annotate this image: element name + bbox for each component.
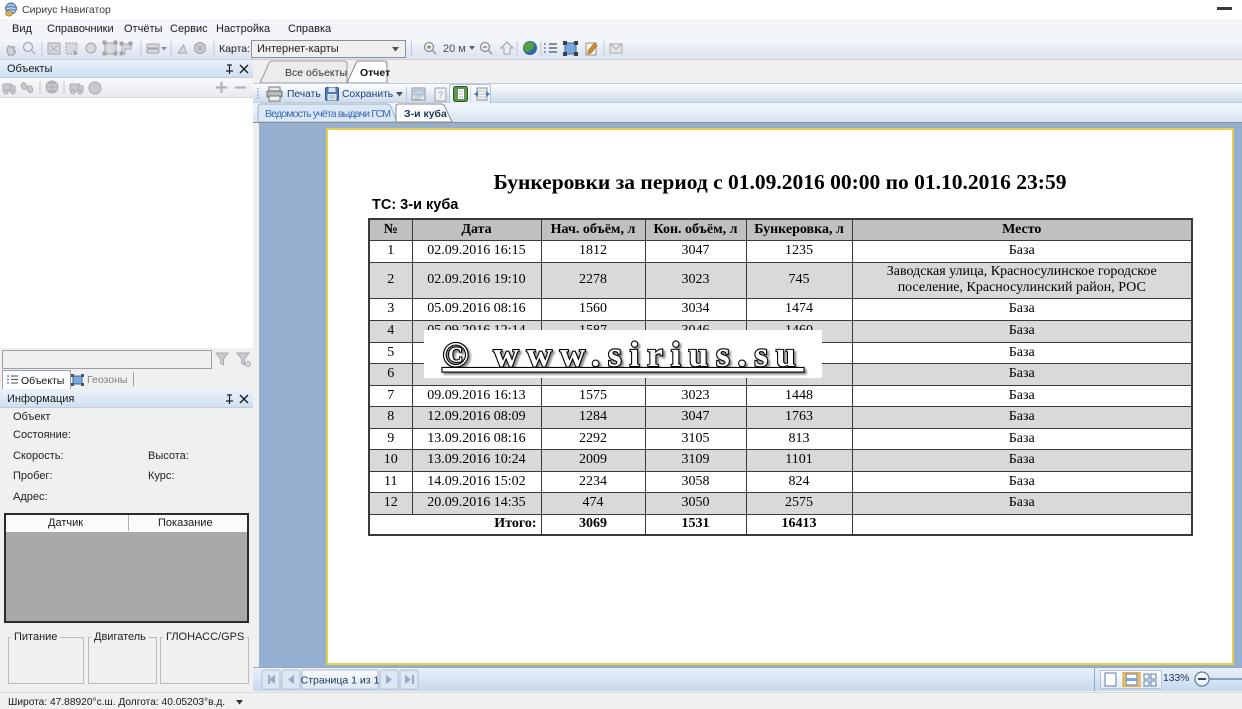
svg-text:Ведомость учёта выдачи ГСМ: Ведомость учёта выдачи ГСМ [265,108,391,120]
svg-text:Страница 1 из 1: Страница 1 из 1 [301,675,380,687]
svg-text:© www.sirius.su: © www.sirius.su [442,335,803,374]
svg-text:З-и куба: З-и куба [404,108,447,120]
svg-text:Все объекты: Все объекты [285,67,347,79]
svg-text:Отчет: Отчет [360,67,390,79]
svg-text:?: ? [438,90,443,100]
